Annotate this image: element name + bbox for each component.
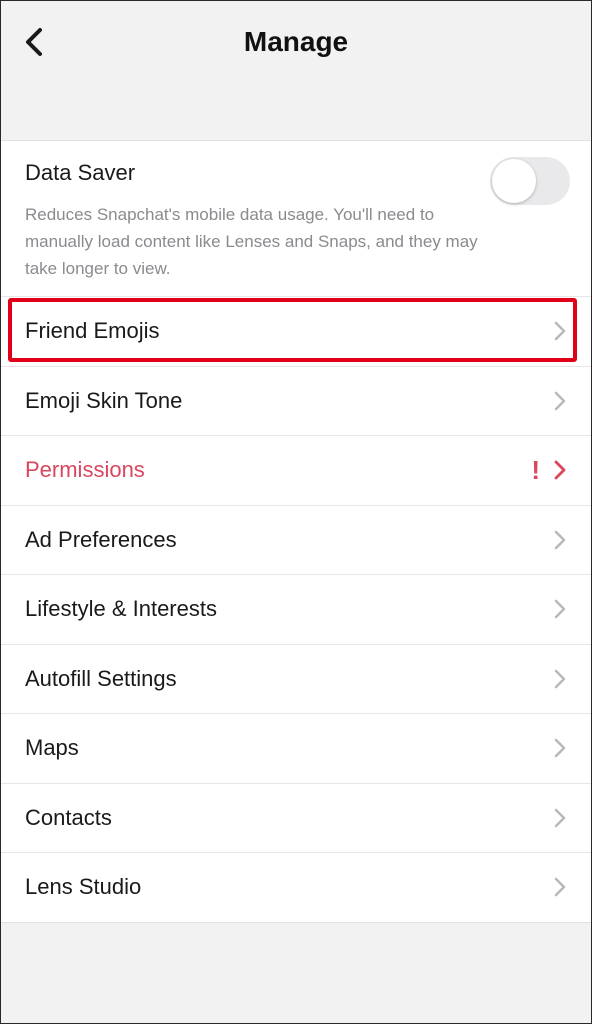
- row-friend-emojis[interactable]: Friend Emojis: [0, 297, 592, 367]
- chevron-right-icon: [554, 460, 566, 480]
- header: Manage: [0, 0, 592, 86]
- alert-icon: !: [531, 455, 540, 486]
- row-ad-preferences[interactable]: Ad Preferences: [0, 506, 592, 575]
- row-maps[interactable]: Maps: [0, 714, 592, 784]
- row-label: Autofill Settings: [25, 665, 177, 691]
- row-label: Permissions: [25, 457, 145, 483]
- row-emoji-skin-tone[interactable]: Emoji Skin Tone: [0, 367, 592, 436]
- toggle-knob: [492, 159, 536, 203]
- chevron-right-icon: [554, 322, 566, 341]
- chevron-right-icon: [554, 530, 566, 549]
- row-lifestyle-interests[interactable]: Lifestyle & Interests: [0, 575, 592, 645]
- data-saver-toggle[interactable]: [490, 157, 570, 205]
- data-saver-label: Data Saver: [25, 160, 136, 185]
- row-label: Maps: [25, 735, 79, 761]
- chevron-right-icon: [554, 808, 566, 827]
- row-autofill-settings[interactable]: Autofill Settings: [0, 645, 592, 714]
- row-label: Lifestyle & Interests: [25, 596, 217, 622]
- row-lens-studio[interactable]: Lens Studio: [0, 853, 592, 923]
- row-label: Lens Studio: [25, 874, 142, 900]
- row-label: Emoji Skin Tone: [25, 387, 183, 413]
- chevron-right-icon: [554, 600, 566, 619]
- row-permissions[interactable]: Permissions !: [0, 436, 592, 506]
- row-label: Contacts: [25, 804, 112, 830]
- row-label: Friend Emojis: [25, 318, 160, 344]
- chevron-right-icon: [554, 391, 566, 410]
- data-saver-description: Reduces Snapchat's mobile data usage. Yo…: [25, 205, 478, 278]
- settings-list: Data Saver Reduces Snapchat's mobile dat…: [0, 140, 592, 923]
- page-title: Manage: [243, 26, 349, 57]
- row-contacts[interactable]: Contacts: [0, 784, 592, 853]
- chevron-right-icon: [554, 739, 566, 758]
- chevron-right-icon: [554, 878, 566, 897]
- data-saver-row: Data Saver Reduces Snapchat's mobile dat…: [0, 141, 592, 297]
- row-label: Ad Preferences: [25, 526, 177, 552]
- chevron-right-icon: [554, 669, 566, 688]
